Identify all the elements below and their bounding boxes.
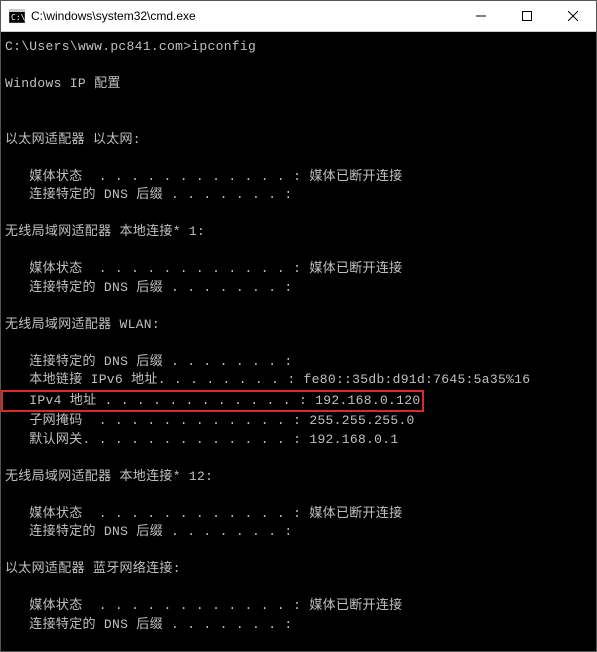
terminal-line: 无线局域网适配器 本地连接* 1: bbox=[5, 223, 592, 242]
terminal-line: 连接特定的 DNS 后缀 . . . . . . . : bbox=[5, 523, 592, 542]
terminal-line: 默认网关. . . . . . . . . . . . . : 192.168.… bbox=[5, 431, 592, 450]
terminal-line: 连接特定的 DNS 后缀 . . . . . . . : bbox=[5, 186, 592, 205]
blank-line bbox=[5, 112, 592, 131]
terminal-line: 子网掩码 . . . . . . . . . . . . : 255.255.2… bbox=[5, 412, 592, 431]
blank-line bbox=[5, 449, 592, 468]
blank-line bbox=[5, 486, 592, 505]
terminal-line: 媒体状态 . . . . . . . . . . . . : 媒体已断开连接 bbox=[5, 505, 592, 524]
window-controls bbox=[458, 1, 596, 31]
terminal-line: 以太网适配器 蓝牙网络连接: bbox=[5, 560, 592, 579]
window-titlebar: C:\ C:\windows\system32\cmd.exe bbox=[1, 1, 596, 32]
blank-line bbox=[5, 94, 592, 113]
terminal-line: 无线局域网适配器 本地连接* 12: bbox=[5, 468, 592, 487]
terminal-line: 无线局域网适配器 WLAN: bbox=[5, 316, 592, 335]
terminal-line: C:\Users\www.pc841.com>ipconfig bbox=[5, 38, 592, 57]
blank-line bbox=[5, 205, 592, 224]
minimize-button[interactable] bbox=[458, 1, 504, 31]
terminal-line: 连接特定的 DNS 后缀 . . . . . . . : bbox=[5, 353, 592, 372]
terminal-line: Windows IP 配置 bbox=[5, 75, 592, 94]
ipv4-highlight: IPv4 地址 . . . . . . . . . . . . : 192.16… bbox=[1, 390, 424, 413]
maximize-button[interactable] bbox=[504, 1, 550, 31]
svg-text:C:\: C:\ bbox=[11, 13, 25, 22]
blank-line bbox=[5, 242, 592, 261]
blank-line bbox=[5, 149, 592, 168]
blank-line bbox=[5, 297, 592, 316]
terminal-line: 媒体状态 . . . . . . . . . . . . : 媒体已断开连接 bbox=[5, 597, 592, 616]
close-button[interactable] bbox=[550, 1, 596, 31]
terminal-line: 本地链接 IPv6 地址. . . . . . . . : fe80::35db… bbox=[5, 371, 592, 390]
terminal-line: IPv4 地址 . . . . . . . . . . . . : 192.16… bbox=[5, 390, 592, 413]
terminal-line: 连接特定的 DNS 后缀 . . . . . . . : bbox=[5, 616, 592, 635]
terminal-line: 以太网适配器 以太网: bbox=[5, 131, 592, 150]
terminal-line: 连接特定的 DNS 后缀 . . . . . . . : bbox=[5, 279, 592, 298]
terminal-line: 媒体状态 . . . . . . . . . . . . : 媒体已断开连接 bbox=[5, 260, 592, 279]
terminal-line: 媒体状态 . . . . . . . . . . . . : 媒体已断开连接 bbox=[5, 168, 592, 187]
blank-line bbox=[5, 542, 592, 561]
terminal-output[interactable]: C:\Users\www.pc841.com>ipconfig Windows I… bbox=[1, 32, 596, 634]
blank-line bbox=[5, 57, 592, 76]
blank-line bbox=[5, 579, 592, 598]
cmd-icon: C:\ bbox=[9, 8, 25, 24]
blank-line bbox=[5, 334, 592, 353]
window-title: C:\windows\system32\cmd.exe bbox=[31, 9, 458, 23]
